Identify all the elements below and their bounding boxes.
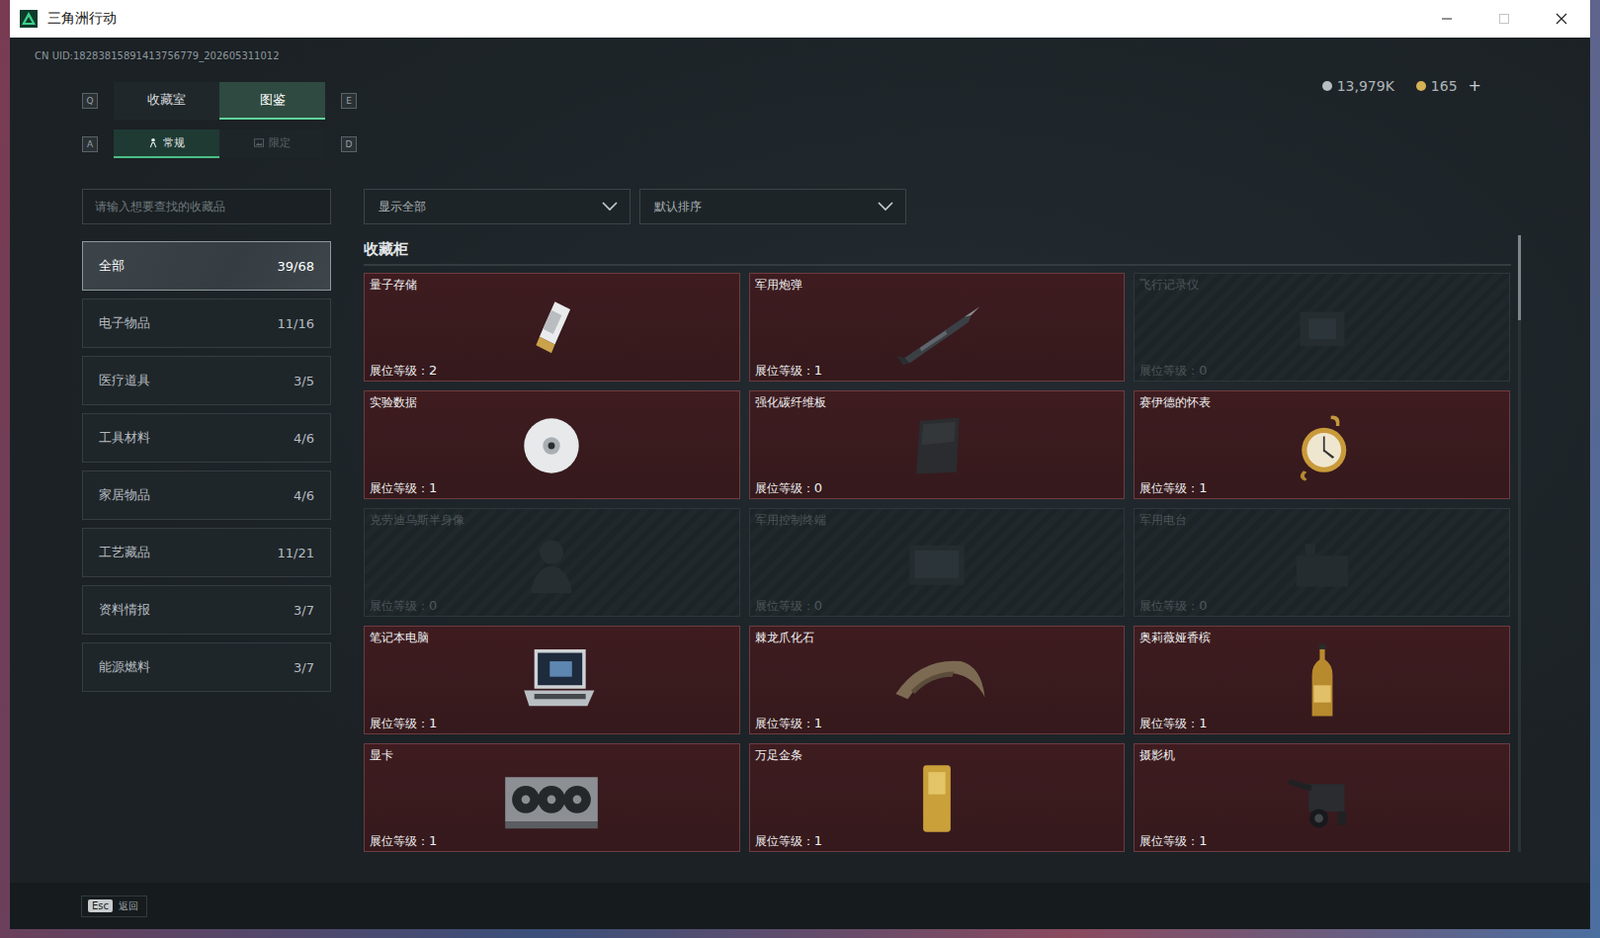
chevron-down-icon [601,201,618,212]
item-icon [1268,407,1376,485]
triangle-logo-icon [19,9,38,28]
picture-icon [253,137,264,149]
figure-icon [148,137,159,149]
item-icon [883,407,991,485]
footer-bar: Esc返回 [9,882,1591,929]
item-icon [498,407,605,485]
collection-card[interactable]: 量子存储展位等级：2 [363,272,741,382]
sub-tabs: 常规限定 [113,129,326,159]
game-window: 三角洲行动 CN UID:18283815891413756779_2026053… [9,0,1591,929]
item-icon [498,289,605,367]
category-item[interactable]: 能源燃料3/7 [82,642,332,692]
section-title: 收藏柜 [363,240,1512,266]
add-button[interactable]: + [1468,76,1482,95]
minimize-button[interactable] [1418,0,1476,38]
key-hint: E [340,92,357,109]
item-grid: 量子存储展位等级：2军用炮弹展位等级：1飞行记录仪展位等级：0 实验数据展位等级：… [363,272,1511,852]
main-tab[interactable]: 图鉴 [219,82,326,120]
sub-tab[interactable]: 限定 [219,129,326,159]
item-icon [498,524,605,602]
currency-item: 165+ [1416,76,1482,95]
collection-card[interactable]: 棘龙爪化石展位等级：1 [749,625,1126,735]
item-icon [883,524,991,602]
item-icon [883,759,991,838]
collection-card[interactable]: 笔记本电脑展位等级：1 [363,625,741,735]
close-button[interactable] [1532,0,1591,38]
item-icon [1268,289,1376,367]
collection-panel: 显示全部默认排序收藏柜量子存储展位等级：2军用炮弹展位等级：1飞行记录仪展位等级… [363,188,1521,883]
currency-item: 13,979K [1322,76,1395,95]
uid-label: CN UID:18283815891413756779_202605311012 [34,49,1521,64]
collection-card[interactable]: 军用电台展位等级：0 [1133,507,1511,617]
maximize-icon [1498,12,1511,25]
back-button[interactable]: Esc返回 [81,895,148,918]
sub-tab[interactable]: 常规 [113,129,220,159]
item-icon [498,759,605,838]
window-title: 三角洲行动 [47,9,117,28]
main-tabs: 收藏室图鉴 [113,82,326,120]
close-icon [1555,12,1568,25]
desktop: 三角洲行动 CN UID:18283815891413756779_2026053… [0,0,1600,938]
title-bar: 三角洲行动 [9,0,1591,38]
scrollbar[interactable] [1517,235,1521,852]
filter-dropdown[interactable]: 显示全部 [363,188,631,225]
collection-card[interactable]: 赛伊德的怀表展位等级：1 [1133,390,1511,500]
collection-card[interactable]: 军用控制终端展位等级：0 [749,507,1126,617]
key-hint: Q [82,92,98,109]
item-icon [1268,642,1376,720]
coin-icon [1416,81,1427,91]
item-icon [1268,759,1376,838]
minimize-icon [1440,12,1453,25]
category-item[interactable]: 全部39/68 [82,241,332,291]
collection-card[interactable]: 克劳迪乌斯半身像展位等级：0 [363,507,741,617]
category-item[interactable]: 家居物品4/6 [82,470,332,520]
collection-card[interactable]: 实验数据展位等级：1 [363,390,741,500]
category-item[interactable]: 医疗道具3/5 [82,355,332,406]
collection-card[interactable]: 万足金条展位等级：1 [749,743,1126,852]
category-item[interactable]: 工具材料4/6 [82,413,332,463]
item-icon [498,642,605,720]
coin-icon [1322,81,1333,91]
collection-card[interactable]: 军用炮弹展位等级：1 [749,272,1126,382]
item-icon [883,289,991,367]
search-input[interactable] [82,188,332,225]
item-icon [883,642,991,720]
category-item[interactable]: 资料情报3/7 [82,585,332,635]
content: CN UID:18283815891413756779_202605311012… [9,37,1591,883]
category-item[interactable]: 电子物品11/16 [82,298,332,348]
maximize-button [1475,0,1533,38]
collection-card[interactable]: 显卡展位等级：1 [363,743,741,852]
category-sidebar: 全部39/68 电子物品11/16 医疗道具3/5 工具材料4/6 家居物品4/6 工艺藏… [82,188,332,883]
key-hint: A [82,136,98,153]
collection-card[interactable]: 摄影机展位等级：1 [1133,743,1511,852]
currency-bar: 13,979K 165+ [1322,76,1482,95]
collection-card[interactable]: 强化碳纤维板展位等级：0 [749,390,1126,500]
main-tab[interactable]: 收藏室 [113,82,220,120]
key-hint: D [340,136,357,153]
chevron-down-icon [877,201,894,212]
collection-card[interactable]: 飞行记录仪展位等级：0 [1133,272,1511,382]
item-icon [1268,524,1376,602]
category-item[interactable]: 工艺藏品11/21 [82,527,332,578]
collection-card[interactable]: 奥莉薇娅香槟展位等级：1 [1133,625,1511,735]
filter-dropdown[interactable]: 默认排序 [639,188,907,225]
scroll-thumb[interactable] [1517,235,1521,321]
